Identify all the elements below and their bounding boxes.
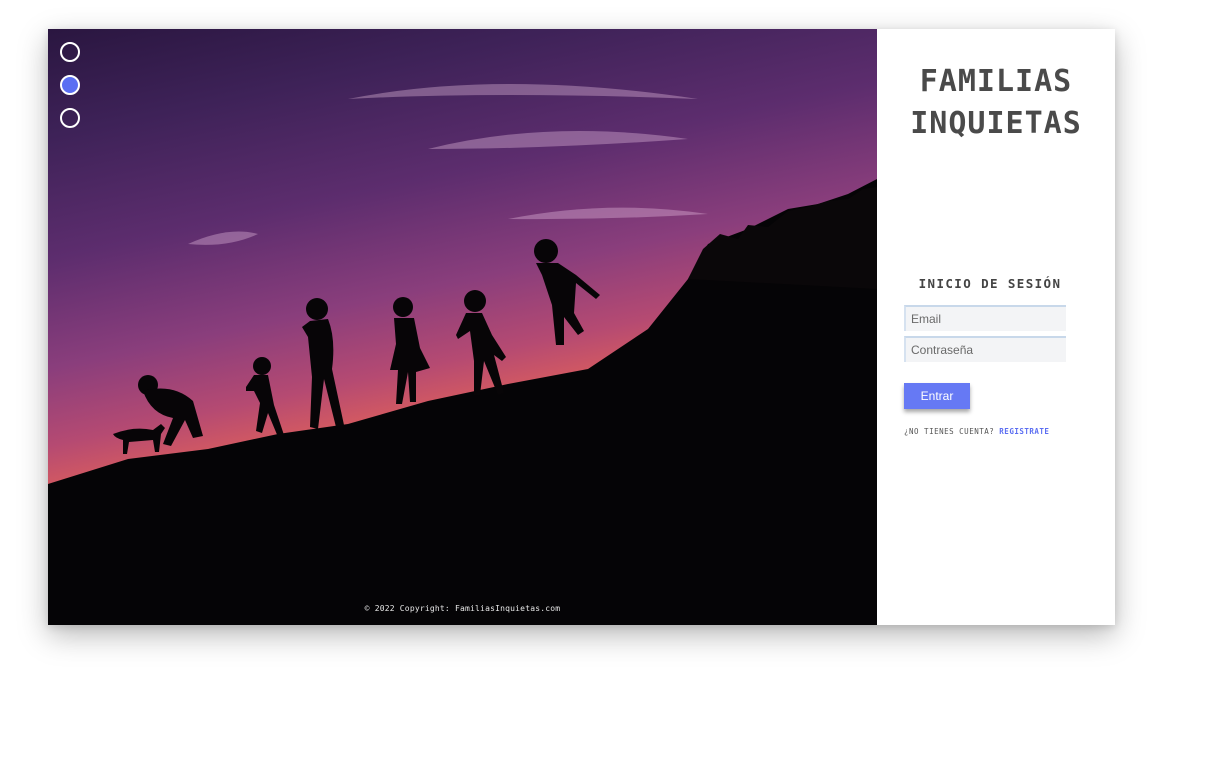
email-input[interactable] <box>904 305 1066 331</box>
no-account-text: ¿NO TIENES CUENTA? <box>904 427 995 436</box>
brand-line-2: INQUIETAS <box>910 106 1082 141</box>
register-link[interactable]: REGISTRATE <box>999 427 1049 436</box>
login-submit-button[interactable]: Entrar <box>904 383 970 409</box>
brand-title: FAMILIAS INQUIETAS <box>877 61 1115 145</box>
carousel-indicators <box>60 42 80 141</box>
carousel-dot-1[interactable] <box>60 42 80 62</box>
hero-photo: © 2022 Copyright: FamiliasInquietas.com <box>48 29 877 625</box>
login-panel: FAMILIAS INQUIETAS INICIO DE SESIÓN Entr… <box>877 29 1115 625</box>
brand-line-1: FAMILIAS <box>919 64 1073 99</box>
login-heading: INICIO DE SESIÓN <box>918 276 1062 291</box>
password-input[interactable] <box>904 336 1066 362</box>
carousel-dot-2[interactable] <box>60 75 80 95</box>
signup-prompt: ¿NO TIENES CUENTA? REGISTRATE <box>904 427 1049 436</box>
copyright-text: © 2022 Copyright: FamiliasInquietas.com <box>364 604 561 613</box>
carousel-dot-3[interactable] <box>60 108 80 128</box>
login-card: © 2022 Copyright: FamiliasInquietas.com … <box>48 29 1115 625</box>
sunset-silhouette-image <box>48 84 877 625</box>
